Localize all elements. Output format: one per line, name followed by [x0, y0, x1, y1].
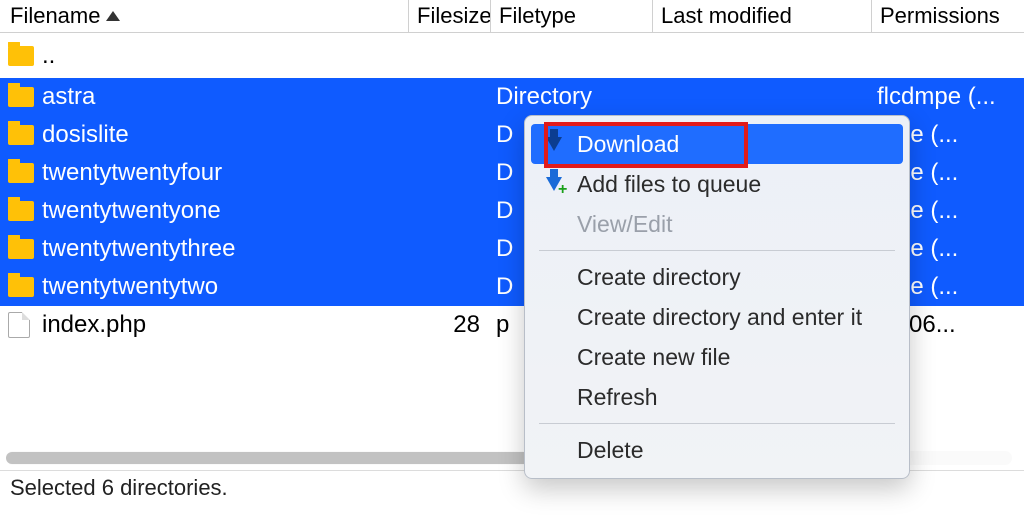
add-to-queue-icon [539, 177, 569, 191]
column-header-row: Filename Filesize Filetype Last modified… [0, 0, 1024, 33]
filetype-label: Directory [490, 83, 652, 111]
column-header-filename[interactable]: Filename [0, 0, 408, 32]
folder-icon [8, 239, 42, 259]
filename-label: twentytwentyfour [42, 159, 222, 187]
filename-label: twentytwentythree [42, 235, 235, 263]
filename-label: astra [42, 83, 95, 111]
menu-separator [539, 250, 895, 251]
file-icon [8, 312, 42, 338]
menu-item-add-queue-label: Add files to queue [577, 171, 761, 198]
row-parent-dir[interactable]: .. [0, 33, 1024, 78]
menu-item-refresh-label: Refresh [577, 384, 658, 411]
folder-icon [8, 163, 42, 183]
menu-item-view-edit: View/Edit [525, 204, 909, 244]
menu-item-create-file-label: Create new file [577, 344, 730, 371]
status-text: Selected 6 directories. [10, 475, 228, 500]
row-parent-dir-label: .. [42, 42, 55, 70]
column-header-filetype-label: Filetype [499, 3, 576, 29]
menu-item-create-dir[interactable]: Create directory [525, 257, 909, 297]
menu-item-create-dir-label: Create directory [577, 264, 741, 291]
context-menu: Download Add files to queue View/Edit Cr… [524, 115, 910, 479]
menu-item-download[interactable]: Download [531, 124, 903, 164]
menu-item-create-dir-enter[interactable]: Create directory and enter it [525, 297, 909, 337]
download-icon [539, 137, 569, 151]
menu-item-view-edit-label: View/Edit [577, 211, 672, 238]
menu-item-refresh[interactable]: Refresh [525, 377, 909, 417]
column-header-filesize[interactable]: Filesize [408, 0, 490, 32]
filename-label: index.php [42, 311, 146, 339]
filesize-label: 28 [408, 311, 490, 339]
column-header-permissions[interactable]: Permissions [871, 0, 1021, 32]
menu-item-create-dir-enter-label: Create directory and enter it [577, 304, 862, 331]
sort-ascending-icon [106, 11, 120, 21]
folder-icon [8, 277, 42, 297]
file-listing-window: Filename Filesize Filetype Last modified… [0, 0, 1024, 519]
menu-item-create-file[interactable]: Create new file [525, 337, 909, 377]
folder-icon [8, 46, 42, 66]
column-header-permissions-label: Permissions [880, 3, 1000, 29]
filename-label: dosislite [42, 121, 129, 149]
menu-item-add-queue[interactable]: Add files to queue [525, 164, 909, 204]
menu-item-delete-label: Delete [577, 437, 643, 464]
menu-separator [539, 423, 895, 424]
column-header-lastmod[interactable]: Last modified [652, 0, 871, 32]
table-row[interactable]: astra Directory flcdmpe (... [0, 78, 1024, 116]
column-header-lastmod-label: Last modified [661, 3, 792, 29]
filename-label: twentytwentyone [42, 197, 221, 225]
column-header-filename-label: Filename [10, 3, 100, 29]
folder-icon [8, 201, 42, 221]
column-header-filetype[interactable]: Filetype [490, 0, 652, 32]
menu-item-download-label: Download [577, 131, 679, 158]
filename-label: twentytwentytwo [42, 273, 218, 301]
menu-item-delete[interactable]: Delete [525, 430, 909, 470]
column-header-filesize-label: Filesize [417, 3, 490, 29]
permissions-label: flcdmpe (... [871, 83, 1021, 111]
scrollbar-thumb[interactable] [6, 452, 546, 464]
folder-icon [8, 87, 42, 107]
folder-icon [8, 125, 42, 145]
